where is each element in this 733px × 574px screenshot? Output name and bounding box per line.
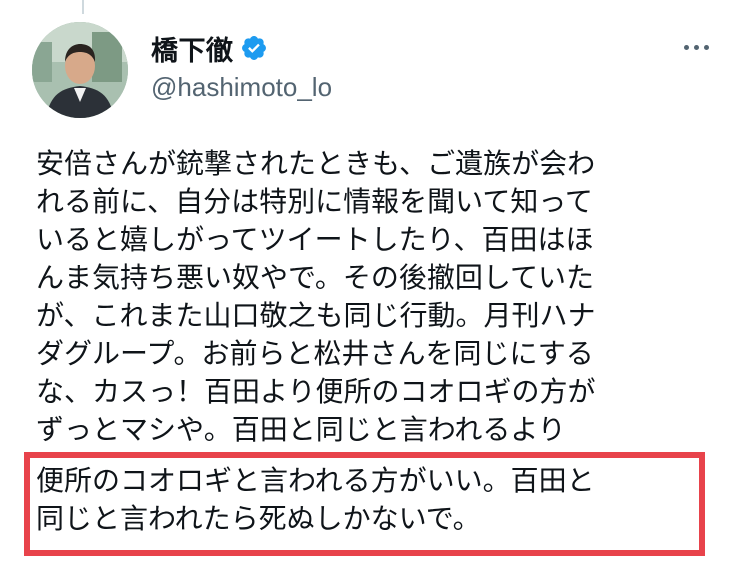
- more-horizontal-icon[interactable]: [684, 40, 716, 54]
- avatar-photo: [32, 22, 128, 118]
- tweet-body-line: な、カスっ！百田より便所のコオロギの方が: [36, 375, 596, 408]
- tweet-body-line: 安倍さんが銃撃されたときも、ご遺族が会わ: [36, 147, 596, 180]
- tweet-body: 安倍さんが銃撃されたときも、ご遺族が会わ れる前に、自分は特別に情報を聞いて知っ…: [36, 145, 716, 452]
- highlighted-line: 便所のコオロギと言われる方がいい。百田と: [36, 464, 595, 497]
- tweet-body-line: んま気持ち悪い奴やで。その後撤回していた: [36, 261, 595, 294]
- author-name-row: 橋下徹: [151, 29, 268, 68]
- highlighted-text: 便所のコオロギと言われる方がいい。百田と 同じと言われたら死ぬしかないで。: [36, 462, 706, 538]
- author-handle[interactable]: @hashimoto_lo: [151, 72, 332, 103]
- tweet-body-line: いると嬉しがってツイートしたり、百田はほ: [36, 223, 594, 256]
- more-dot: [704, 44, 709, 50]
- tweet-body-line: が、これまた山口敬之も同じ行動。月刊ハナ: [36, 299, 596, 332]
- more-dot: [694, 44, 699, 50]
- tweet-body-line: れる前に、自分は特別に情報を聞いて知って: [36, 185, 593, 218]
- thread-connector-line: [82, 0, 84, 14]
- tweet-body-line: ずっとマシや。百田と同じと言われるより: [36, 413, 566, 446]
- tweet-body-line: ダグループ。お前らと松井さんを同じにする: [36, 337, 594, 370]
- verified-badge-icon: [240, 34, 268, 62]
- highlighted-line: 同じと言われたら死ぬしかないで。: [36, 502, 481, 535]
- avatar[interactable]: [32, 22, 128, 118]
- more-dot: [684, 44, 689, 50]
- author-display-name[interactable]: 橋下徹: [151, 29, 234, 68]
